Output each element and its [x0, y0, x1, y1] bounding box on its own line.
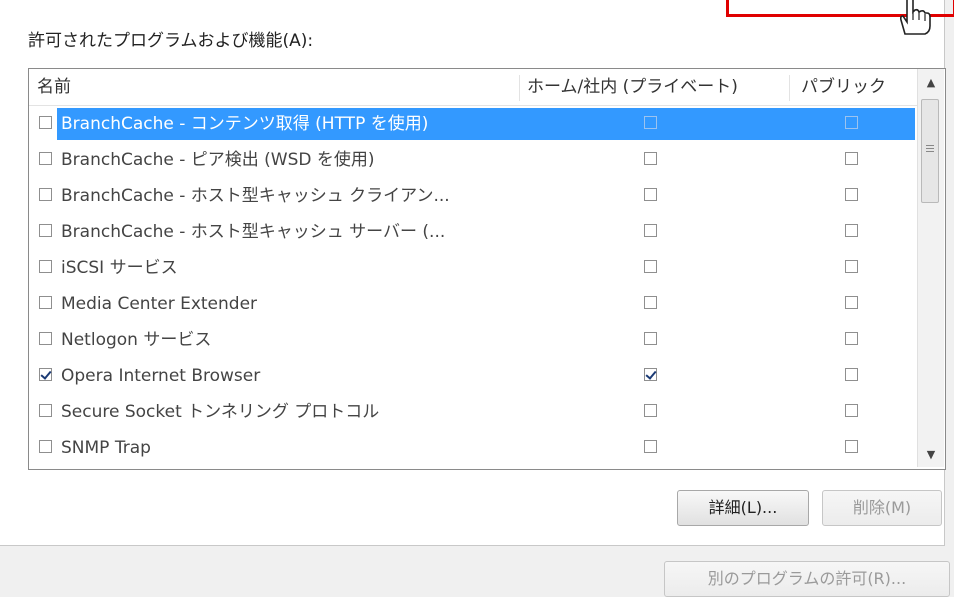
program-name: BranchCache - コンテンツ取得 (HTTP を使用)	[61, 114, 429, 134]
list-item[interactable]: BranchCache - ホスト型キャッシュ サーバー (...	[29, 214, 917, 250]
program-name: Media Center Extender	[61, 294, 258, 314]
list-item[interactable]: Media Center Extender	[29, 286, 917, 322]
details-button[interactable]: 詳細(L)...	[677, 490, 809, 526]
public-network-checkbox[interactable]	[845, 116, 858, 129]
private-network-checkbox[interactable]	[644, 224, 657, 237]
scroll-up-arrow-icon[interactable]: ▲	[918, 71, 944, 95]
list-item[interactable]: Netlogon サービス	[29, 322, 917, 358]
allow-another-program-button[interactable]: 別のプログラムの許可(R)...	[664, 561, 950, 597]
column-header-public[interactable]: パブリック	[801, 69, 886, 105]
program-name: Opera Internet Browser	[61, 366, 261, 386]
enable-checkbox[interactable]	[39, 152, 52, 165]
column-header-name[interactable]: 名前	[37, 69, 71, 105]
enable-checkbox[interactable]	[39, 116, 52, 129]
scrollbar-thumb[interactable]	[921, 99, 939, 203]
list-item[interactable]: Secure Socket トンネリング プロトコル	[29, 394, 917, 430]
enable-checkbox[interactable]	[39, 368, 52, 381]
program-name: BranchCache - ホスト型キャッシュ サーバー (...	[61, 222, 446, 242]
private-network-checkbox[interactable]	[644, 296, 657, 309]
list-item[interactable]: Opera Internet Browser	[29, 358, 917, 394]
public-network-checkbox[interactable]	[845, 368, 858, 381]
list-item[interactable]: iSCSI サービス	[29, 250, 917, 286]
public-network-checkbox[interactable]	[845, 152, 858, 165]
allowed-programs-label: 許可されたプログラムおよび機能(A):	[28, 31, 314, 51]
list-item[interactable]: BranchCache - ピア検出 (WSD を使用)	[29, 142, 917, 178]
program-name: BranchCache - ホスト型キャッシュ クライアン...	[61, 186, 450, 206]
public-network-checkbox[interactable]	[845, 296, 858, 309]
program-name: SNMP Trap	[61, 438, 151, 458]
program-name: Netlogon サービス	[61, 330, 212, 350]
list-item[interactable]: SNMP Trap	[29, 430, 917, 466]
list-item[interactable]: BranchCache - ホスト型キャッシュ クライアン...	[29, 178, 917, 214]
private-network-checkbox[interactable]	[644, 188, 657, 201]
public-network-checkbox[interactable]	[845, 188, 858, 201]
remove-button[interactable]: 削除(M)	[822, 490, 942, 526]
private-network-checkbox[interactable]	[644, 440, 657, 453]
column-divider	[519, 75, 520, 101]
vertical-scrollbar[interactable]: ▲ ▼	[917, 69, 944, 467]
enable-checkbox[interactable]	[39, 440, 52, 453]
public-network-checkbox[interactable]	[845, 224, 858, 237]
grip-icon	[926, 145, 934, 152]
public-network-checkbox[interactable]	[845, 404, 858, 417]
hand-pointer-icon	[899, 0, 931, 35]
column-header-private[interactable]: ホーム/社内 (プライベート)	[527, 69, 738, 105]
private-network-checkbox[interactable]	[644, 404, 657, 417]
public-network-checkbox[interactable]	[845, 332, 858, 345]
enable-checkbox[interactable]	[39, 260, 52, 273]
scroll-down-arrow-icon[interactable]: ▼	[918, 443, 944, 467]
public-network-checkbox[interactable]	[845, 260, 858, 273]
private-network-checkbox[interactable]	[644, 152, 657, 165]
enable-checkbox[interactable]	[39, 332, 52, 345]
enable-checkbox[interactable]	[39, 224, 52, 237]
private-network-checkbox[interactable]	[644, 260, 657, 273]
private-network-checkbox[interactable]	[644, 116, 657, 129]
allowed-programs-panel: 許可されたプログラムおよび機能(A): 名前 ホーム/社内 (プライベート) パ…	[0, 0, 946, 546]
enable-checkbox[interactable]	[39, 296, 52, 309]
enable-checkbox[interactable]	[39, 188, 52, 201]
program-name: BranchCache - ピア検出 (WSD を使用)	[61, 150, 375, 170]
column-divider	[789, 75, 790, 101]
program-name: iSCSI サービス	[61, 258, 178, 278]
list-item[interactable]: BranchCache - コンテンツ取得 (HTTP を使用)	[29, 106, 917, 142]
private-network-checkbox[interactable]	[644, 332, 657, 345]
program-name: Secure Socket トンネリング プロトコル	[61, 402, 380, 422]
public-network-checkbox[interactable]	[845, 440, 858, 453]
enable-checkbox[interactable]	[39, 404, 52, 417]
allowed-programs-list[interactable]: 名前 ホーム/社内 (プライベート) パブリック BranchCache - コ…	[28, 68, 946, 470]
private-network-checkbox[interactable]	[644, 368, 657, 381]
list-header: 名前 ホーム/社内 (プライベート) パブリック	[29, 69, 917, 106]
